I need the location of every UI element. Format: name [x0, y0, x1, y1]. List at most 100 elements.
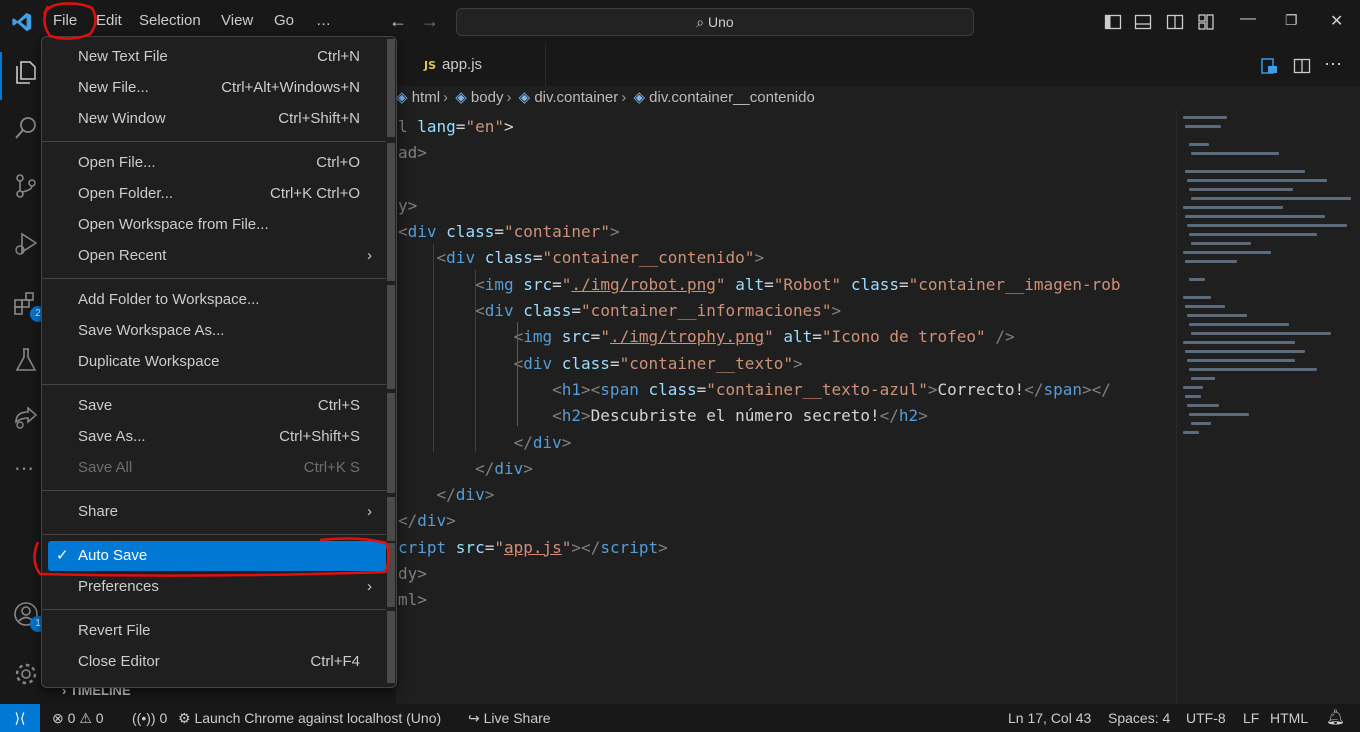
- command-center-search[interactable]: ⌕ Uno: [456, 8, 974, 36]
- accounts-icon[interactable]: 1: [12, 600, 46, 632]
- customize-layout-icon[interactable]: [1197, 13, 1215, 31]
- toggle-secondary-sidebar-icon[interactable]: [1166, 13, 1184, 31]
- minimap-line: [1187, 224, 1347, 227]
- remote-indicator-button[interactable]: ⟩⟨: [0, 704, 40, 732]
- menu-item-save-as[interactable]: Save As... Ctrl+Shift+S: [42, 422, 386, 452]
- toggle-panel-icon[interactable]: [1134, 13, 1152, 31]
- back-arrow-icon[interactable]: ←: [389, 11, 407, 32]
- menu-edit[interactable]: Edit: [96, 12, 122, 29]
- code-token: ml>: [398, 590, 427, 610]
- minimap-line: [1183, 116, 1227, 119]
- more-views-icon[interactable]: ⋯: [14, 456, 34, 481]
- minimap-line: [1189, 368, 1317, 371]
- menu-item-revert-file[interactable]: Revert File: [42, 616, 386, 646]
- chevron-right-icon: ›: [367, 503, 372, 520]
- scrollbar-thumb[interactable]: [387, 497, 395, 541]
- menu-item-new-text-file[interactable]: New Text File Ctrl+N: [42, 42, 386, 72]
- scrollbar-thumb[interactable]: [387, 393, 395, 493]
- breadcrumb-item[interactable]: ◈ body: [455, 89, 503, 106]
- menu-item-save-all[interactable]: Save All Ctrl+K S: [42, 453, 386, 483]
- language-mode[interactable]: HTML: [1270, 710, 1308, 726]
- forward-arrow-icon[interactable]: →: [421, 11, 439, 32]
- split-editor-icon[interactable]: [1293, 57, 1311, 75]
- file-menu-dropdown: New Text File Ctrl+N New File... Ctrl+Alt+W…: [41, 36, 397, 688]
- code-token: =: [571, 301, 582, 321]
- cursor-position[interactable]: Ln 17, Col 43: [1008, 710, 1091, 726]
- scrollbar-thumb[interactable]: [387, 611, 395, 683]
- menu-item-label: Preferences: [78, 578, 159, 595]
- scrollbar-thumb[interactable]: [387, 143, 395, 281]
- warning-icon: ⚠: [79, 710, 92, 726]
- menu-item-open-recent[interactable]: Open Recent ›: [42, 241, 386, 271]
- close-icon[interactable]: ✕: [1330, 11, 1343, 31]
- explorer-icon[interactable]: [12, 58, 40, 86]
- code-line: </div>: [398, 482, 1174, 508]
- code-token: =: [552, 274, 562, 294]
- search-sidebar-icon[interactable]: [12, 114, 40, 142]
- tab-app-js[interactable]: JS app.js: [406, 44, 546, 86]
- menu-item-open-file[interactable]: Open File... Ctrl+O: [42, 148, 386, 178]
- breadcrumb-item[interactable]: ◈ div.container__contenido: [633, 89, 814, 106]
- menu-item-new-file[interactable]: New File... Ctrl+Alt+Windows+N: [42, 73, 386, 103]
- menu-file[interactable]: File: [53, 12, 77, 29]
- menu-item-add-folder-to-workspace[interactable]: Add Folder to Workspace...: [42, 285, 386, 315]
- menu-item-save-workspace-as[interactable]: Save Workspace As...: [42, 316, 386, 346]
- minimize-icon[interactable]: —: [1240, 10, 1256, 28]
- menu-item-open-workspace-from-file[interactable]: Open Workspace from File...: [42, 210, 386, 240]
- menu-item-close-editor[interactable]: Close Editor Ctrl+F4: [42, 647, 386, 677]
- code-line: ad>: [398, 140, 1174, 166]
- minimap-line: [1191, 422, 1211, 425]
- minimap[interactable]: [1176, 110, 1360, 704]
- menu-selection[interactable]: Selection: [139, 12, 201, 29]
- encoding-status[interactable]: UTF-8: [1186, 710, 1226, 726]
- menu-item-open-folder[interactable]: Open Folder... Ctrl+K Ctrl+O: [42, 179, 386, 209]
- live-share-status[interactable]: ↪ Live Share: [468, 710, 551, 727]
- problems-status[interactable]: ⊗ 0 ⚠ 0: [52, 710, 104, 727]
- testing-icon[interactable]: [12, 346, 40, 374]
- toggle-primary-sidebar-icon[interactable]: [1104, 13, 1122, 31]
- scrollbar-thumb[interactable]: [387, 39, 395, 137]
- breadcrumb-item[interactable]: ◈ div.container: [519, 89, 619, 106]
- source-control-icon[interactable]: [12, 172, 40, 200]
- breadcrumb-item[interactable]: ◈ html: [396, 89, 440, 106]
- code-token: =: [696, 379, 707, 399]
- code-token: =: [494, 222, 504, 242]
- code-token: class: [523, 301, 572, 321]
- settings-gear-icon[interactable]: [12, 660, 40, 688]
- menu-scrollbar[interactable]: [387, 39, 395, 685]
- eol-status[interactable]: LF: [1243, 710, 1259, 726]
- menu-item-preferences[interactable]: Preferences ›: [42, 572, 386, 602]
- broadcast-icon: ((•)): [132, 710, 156, 726]
- remote-explorer-icon[interactable]: [12, 404, 40, 432]
- scrollbar-thumb[interactable]: [387, 285, 395, 389]
- code-line: l lang="en">: [398, 114, 1174, 140]
- notifications-bell-icon[interactable]: 🔔︎: [1326, 708, 1345, 726]
- launch-config-status[interactable]: ⚙ Launch Chrome against localhost (Uno): [178, 710, 441, 727]
- ports-status[interactable]: ((•)) 0: [132, 710, 167, 726]
- menu-more[interactable]: …: [316, 12, 331, 29]
- extensions-icon[interactable]: 2: [12, 290, 46, 322]
- code-token: Correcto!: [937, 379, 1025, 399]
- code-editor[interactable]: l lang="en"> ad> y> <div class="container">…: [398, 114, 1174, 634]
- restore-icon[interactable]: ❐: [1285, 12, 1298, 29]
- code-line: </div>: [398, 456, 1174, 482]
- menu-item-auto-save[interactable]: ✓ Auto Save: [48, 541, 386, 571]
- menu-go[interactable]: Go: [274, 12, 294, 29]
- code-token: </: [398, 511, 418, 531]
- indentation-status[interactable]: Spaces: 4: [1108, 710, 1170, 726]
- code-token: class: [850, 274, 899, 294]
- code-line: <h1><span class="container__texto-azul">…: [398, 377, 1174, 403]
- menu-item-new-window[interactable]: New Window Ctrl+Shift+N: [42, 104, 386, 134]
- menu-view[interactable]: View: [221, 12, 253, 29]
- code-token: =: [764, 274, 774, 294]
- scrollbar-thumb[interactable]: [387, 543, 395, 607]
- menu-item-duplicate-workspace[interactable]: Duplicate Workspace: [42, 347, 386, 377]
- menu-item-save[interactable]: Save Ctrl+S: [42, 391, 386, 421]
- run-debug-icon[interactable]: [12, 230, 40, 258]
- editor-more-actions-icon[interactable]: ⋯: [1324, 54, 1342, 75]
- code-token: =: [484, 537, 495, 557]
- menu-item-share[interactable]: Share ›: [42, 497, 386, 527]
- open-preview-icon[interactable]: [1260, 57, 1278, 75]
